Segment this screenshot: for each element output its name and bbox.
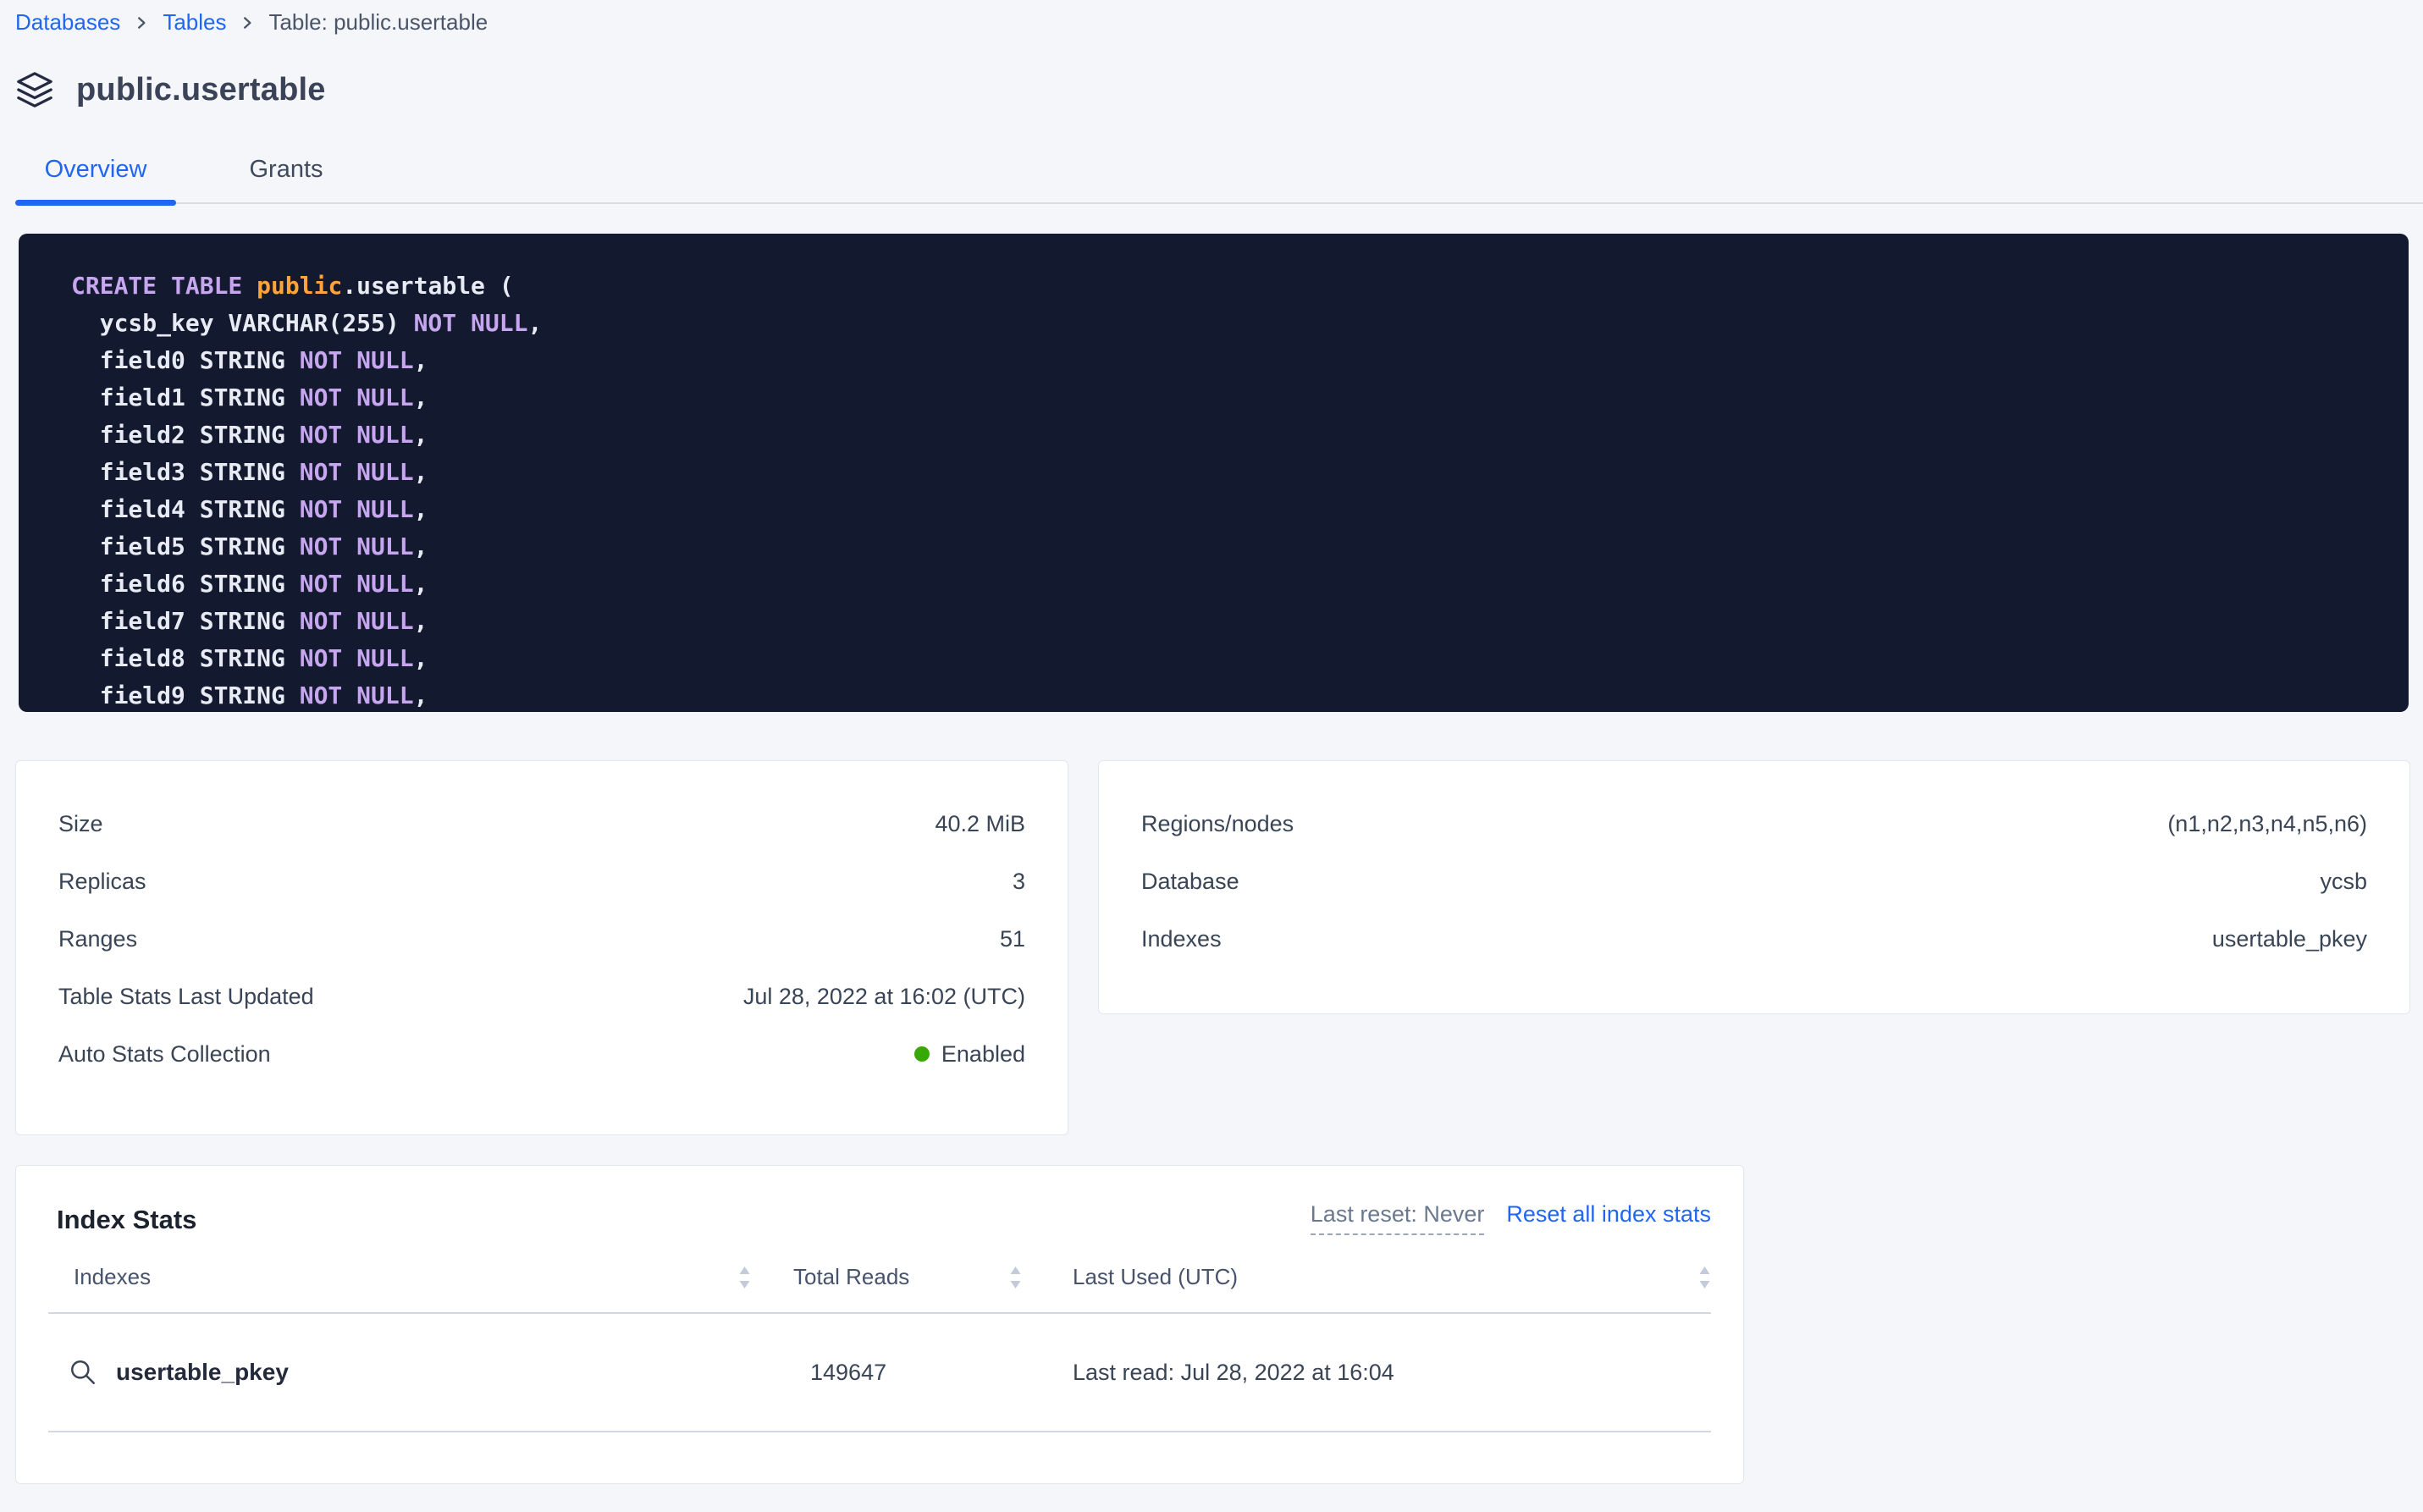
sql-line: CREATE TABLE public.usertable ( — [71, 268, 2392, 305]
index-table-header: Indexes Total Reads Last Used (UTC) — [48, 1264, 1711, 1314]
stat-row: Replicas 3 — [58, 853, 1025, 910]
sql-line: field6 STRING NOT NULL, — [71, 566, 2392, 603]
column-label: Indexes — [48, 1264, 151, 1290]
stat-label: Database — [1141, 869, 1239, 895]
stat-row: Database ycsb — [1141, 853, 2367, 910]
breadcrumb-link-databases[interactable]: Databases — [15, 9, 120, 36]
stat-row: Regions/nodes (n1,n2,n3,n4,n5,n6) — [1141, 795, 2367, 853]
sql-line: field9 STRING NOT NULL, — [71, 677, 2392, 712]
create-table-statement: CREATE TABLE public.usertable ( ycsb_key… — [19, 234, 2409, 712]
stat-value: 3 — [1013, 869, 1025, 895]
index-stats-card: Index Stats Last reset: Never Reset all … — [15, 1165, 1744, 1484]
sql-line: ycsb_key VARCHAR(255) NOT NULL, — [71, 305, 2392, 342]
stat-label: Replicas — [58, 869, 146, 895]
stat-label: Auto Stats Collection — [58, 1041, 271, 1068]
sql-line: field8 STRING NOT NULL, — [71, 640, 2392, 677]
sql-line: field0 STRING NOT NULL, — [71, 342, 2392, 379]
breadcrumb-link-tables[interactable]: Tables — [163, 9, 226, 36]
tab-grants[interactable]: Grants — [235, 156, 337, 202]
table-details-card: Regions/nodes (n1,n2,n3,n4,n5,n6) Database… — [1098, 760, 2410, 1014]
chevron-right-icon — [134, 15, 149, 30]
index-stats-title: Index Stats — [57, 1205, 196, 1235]
sql-line: field3 STRING NOT NULL, — [71, 454, 2392, 491]
page-title: public.usertable — [76, 72, 326, 108]
stat-row: Ranges 51 — [58, 910, 1025, 968]
sort-carets-icon — [1009, 1266, 1022, 1289]
sql-line: field7 STRING NOT NULL, — [71, 603, 2392, 640]
page-header: public.usertable — [15, 69, 2423, 110]
sql-line: field1 STRING NOT NULL, — [71, 379, 2392, 417]
stat-row: Table Stats Last Updated Jul 28, 2022 at … — [58, 968, 1025, 1025]
index-table-body: usertable_pkey 149647 Last read: Jul 28, 2… — [48, 1314, 1711, 1432]
column-header-last-used-utc[interactable]: Last Used (UTC) — [1047, 1264, 1711, 1290]
index-name-cell[interactable]: usertable_pkey — [48, 1358, 751, 1387]
column-label: Total Reads — [768, 1264, 909, 1290]
search-icon — [69, 1358, 97, 1387]
tab-overview[interactable]: Overview — [15, 156, 176, 202]
sort-carets-icon — [738, 1266, 751, 1289]
stat-row: Auto Stats Collection Enabled — [58, 1025, 1025, 1083]
stat-value: 40.2 MiB — [935, 811, 1025, 837]
breadcrumb-current: Table: public.usertable — [268, 9, 488, 36]
total-reads-cell: 149647 — [768, 1360, 1022, 1386]
status-enabled-dot — [914, 1046, 930, 1062]
sql-line: field4 STRING NOT NULL, — [71, 491, 2392, 528]
last-reset-label: Last reset: Never — [1311, 1201, 1485, 1235]
stat-value: Jul 28, 2022 at 16:02 (UTC) — [743, 984, 1025, 1010]
stat-label: Ranges — [58, 926, 137, 952]
stat-value: (n1,n2,n3,n4,n5,n6) — [2167, 811, 2367, 837]
stat-label: Size — [58, 811, 103, 837]
layers-icon — [15, 70, 54, 109]
overview-cards: Size 40.2 MiB Replicas 3 Ranges 51 Table Stats… — [15, 760, 2410, 1135]
stat-label: Regions/nodes — [1141, 811, 1294, 837]
tab-bar: Overview Grants — [15, 156, 2423, 204]
last-used-cell: Last read: Jul 28, 2022 at 16:04 — [1047, 1360, 1711, 1386]
stat-value: usertable_pkey — [2212, 926, 2367, 952]
stat-value: 51 — [1000, 926, 1025, 952]
stat-label: Table Stats Last Updated — [58, 984, 314, 1010]
index-name: usertable_pkey — [116, 1359, 289, 1386]
breadcrumb: Databases Tables Table: public.usertable — [0, 0, 2423, 37]
table-stats-card: Size 40.2 MiB Replicas 3 Ranges 51 Table Stats… — [15, 760, 1068, 1135]
stat-value: Enabled — [914, 1041, 1025, 1068]
chevron-right-icon — [240, 15, 255, 30]
stat-row: Size 40.2 MiB — [58, 795, 1025, 853]
index-row[interactable]: usertable_pkey 149647 Last read: Jul 28, 2… — [48, 1314, 1711, 1432]
stat-label: Indexes — [1141, 926, 1222, 952]
sort-carets-icon — [1698, 1266, 1711, 1289]
column-label: Last Used (UTC) — [1047, 1264, 1238, 1290]
column-header-total-reads[interactable]: Total Reads — [768, 1264, 1022, 1290]
stat-value: ycsb — [2320, 869, 2367, 895]
sql-line: field2 STRING NOT NULL, — [71, 417, 2392, 454]
sql-line: field5 STRING NOT NULL, — [71, 528, 2392, 566]
stat-row: Indexes usertable_pkey — [1141, 910, 2367, 968]
column-header-indexes[interactable]: Indexes — [48, 1264, 751, 1290]
reset-all-index-stats-link[interactable]: Reset all index stats — [1506, 1201, 1711, 1228]
